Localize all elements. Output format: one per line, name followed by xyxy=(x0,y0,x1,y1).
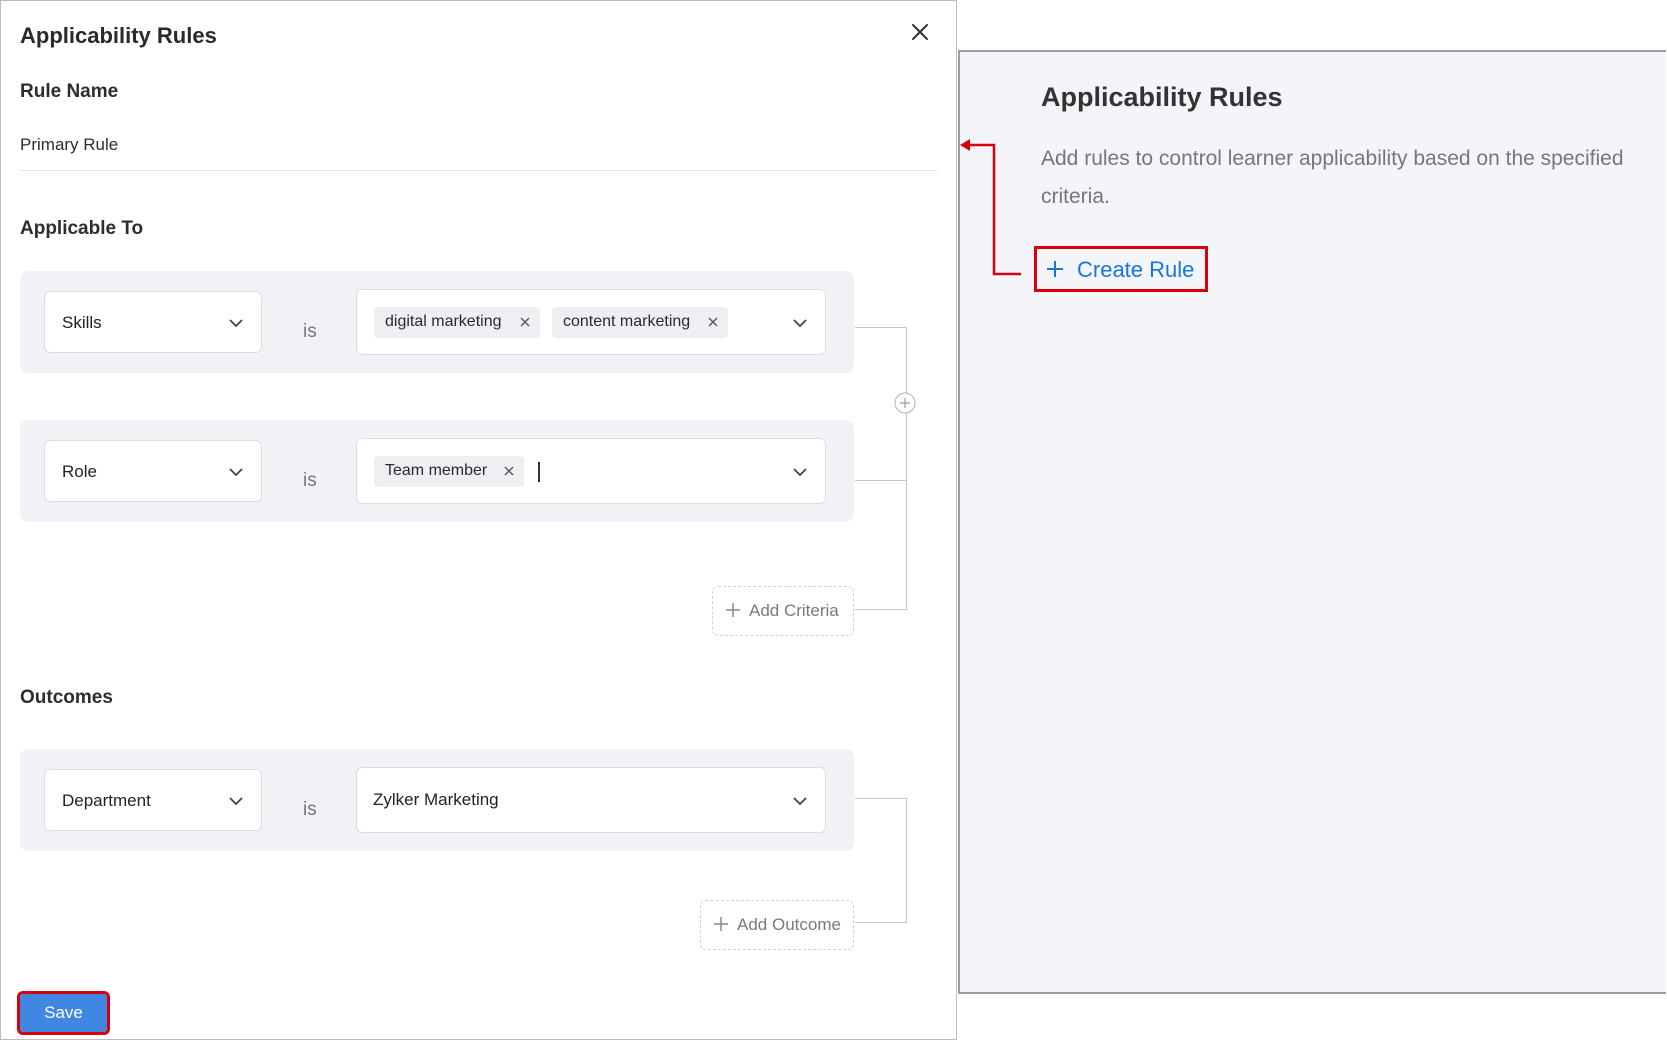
outcome-value-select[interactable]: Zylker Marketing xyxy=(356,767,826,833)
add-outcome-label: Add Outcome xyxy=(737,915,841,934)
create-rule-button[interactable]: Create Rule xyxy=(1034,246,1208,292)
criteria-field-label: Skills xyxy=(62,313,102,332)
chevron-down-icon xyxy=(793,797,807,806)
chevron-down-icon xyxy=(229,797,243,806)
connector-line xyxy=(855,480,907,481)
plus-icon xyxy=(726,603,740,617)
value-tag: Team member xyxy=(374,456,524,487)
close-icon[interactable] xyxy=(907,19,933,45)
chevron-down-icon xyxy=(229,319,243,328)
rule-name-label: Rule Name xyxy=(20,81,119,102)
panel-description: Add rules to control learner applicabili… xyxy=(1041,147,1624,208)
criteria-field-select[interactable]: Role xyxy=(44,440,262,502)
text-cursor xyxy=(538,462,540,482)
create-rule-label: Create Rule xyxy=(1077,257,1195,282)
chevron-down-icon[interactable] xyxy=(793,319,807,328)
tag-label: content marketing xyxy=(563,313,691,330)
applicable-to-label: Applicable To xyxy=(20,218,144,239)
outcome-field-label: Department xyxy=(62,791,151,810)
rule-name-input[interactable]: Primary Rule xyxy=(20,135,118,155)
connector-line xyxy=(855,609,907,610)
criteria-value-multiselect[interactable]: Team member xyxy=(356,438,826,504)
value-tag: digital marketing xyxy=(374,307,540,338)
add-outcome-button[interactable]: Add Outcome xyxy=(700,900,854,950)
chevron-down-icon[interactable] xyxy=(793,468,807,477)
plus-icon xyxy=(1047,261,1063,277)
tag-label: Team member xyxy=(385,462,488,479)
empty-state-panel: Applicability Rules Add rules to control… xyxy=(958,50,1666,994)
outcome-row: Department is Zylker Marketing xyxy=(20,749,854,851)
circle-plus-icon[interactable] xyxy=(894,392,916,414)
applicability-rules-modal: Applicability Rules Rule Name Primary Ru… xyxy=(0,0,957,1040)
outcome-value: Zylker Marketing xyxy=(373,790,499,809)
remove-tag-icon[interactable] xyxy=(520,317,530,327)
add-criteria-button[interactable]: Add Criteria xyxy=(712,586,854,636)
operator-label: is xyxy=(303,799,317,820)
criteria-field-label: Role xyxy=(62,462,97,481)
connector-line xyxy=(855,922,907,923)
panel-title: Applicability Rules xyxy=(1041,82,1283,112)
divider xyxy=(20,170,938,171)
criteria-value-multiselect[interactable]: digital marketing content marketing xyxy=(356,289,826,355)
criteria-row-skills: Skills is digital marketing content mark… xyxy=(20,271,854,373)
plus-icon xyxy=(714,917,728,931)
connector-line xyxy=(906,798,907,922)
operator-label: is xyxy=(303,321,317,342)
connector-line xyxy=(855,798,907,799)
arrow-left-icon xyxy=(960,139,1021,276)
remove-tag-icon[interactable] xyxy=(708,317,718,327)
add-criteria-label: Add Criteria xyxy=(749,601,839,620)
operator-label: is xyxy=(303,470,317,491)
connector-line xyxy=(906,327,907,610)
criteria-row-role: Role is Team member xyxy=(20,420,854,522)
chevron-down-icon xyxy=(229,468,243,477)
outcome-field-select[interactable]: Department xyxy=(44,769,262,831)
remove-tag-icon[interactable] xyxy=(504,466,514,476)
save-button[interactable]: Save xyxy=(17,991,110,1035)
tag-label: digital marketing xyxy=(385,313,502,330)
criteria-field-select[interactable]: Skills xyxy=(44,291,262,353)
connector-line xyxy=(855,327,907,328)
value-tag: content marketing xyxy=(552,307,728,338)
modal-title: Applicability Rules xyxy=(20,23,217,48)
outcomes-label: Outcomes xyxy=(20,687,113,708)
